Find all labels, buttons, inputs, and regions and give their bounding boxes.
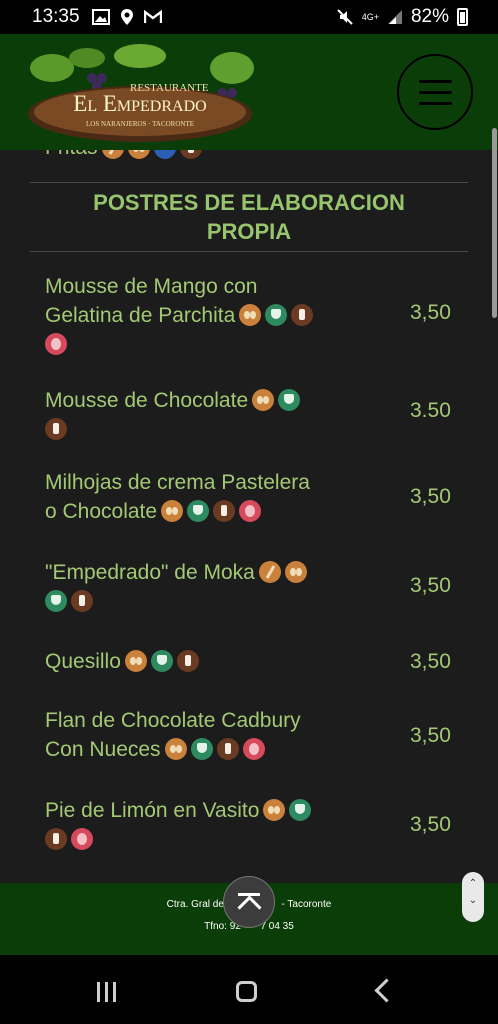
menu-item: Mousse de Chocolate — [45, 386, 345, 444]
milk-icon — [216, 738, 239, 760]
logo-subtitle: LOS NARANJEROS · TACORONTE — [85, 120, 194, 128]
item-name: Mousse de Mango con — [45, 275, 258, 298]
milk-icon — [45, 418, 67, 440]
menu-item: Mousse de Mango con Gelatina de Parchita — [45, 272, 345, 359]
milk-icon — [45, 828, 67, 850]
menu-item: Flan de Chocolate Cadbury Con Nueces — [45, 706, 345, 764]
egg-icon — [252, 389, 275, 411]
recent-apps-button[interactable] — [97, 982, 117, 1002]
item-name: "Empedrado" de Moka — [45, 561, 255, 584]
status-time: 13:35 — [32, 6, 80, 27]
item-price: 3,50 — [410, 813, 451, 836]
chevron-up-icon: ⌃ — [468, 878, 478, 889]
milk-icon — [176, 650, 199, 672]
recent-apps-icon — [105, 982, 108, 1002]
item-price: 3,50 — [410, 650, 451, 673]
milk-icon — [213, 500, 236, 522]
nuts-icon — [45, 333, 67, 355]
milk-icon — [179, 150, 202, 159]
item-name: Pie de Limón en Vasito — [45, 799, 260, 822]
dairy-icon — [265, 304, 288, 326]
logo-name: El Empedrado — [73, 91, 207, 116]
dairy-icon — [45, 590, 67, 612]
egg-icon — [284, 561, 307, 583]
menu-line — [419, 91, 452, 94]
section-title: POSTRES DE ELABORACION PROPIA — [30, 188, 468, 246]
item-name: o Chocolate — [45, 500, 158, 523]
item-price: 3,50 — [410, 485, 451, 508]
menu-item: "Empedrado" de Moka — [45, 558, 345, 616]
dairy-icon — [278, 389, 301, 411]
item-name: Milhojas de crema Pastelera — [45, 471, 310, 494]
previous-item-label: Fritas — [45, 150, 98, 160]
egg-icon — [263, 799, 286, 821]
item-name: Quesillo — [45, 650, 121, 673]
location-icon — [121, 9, 133, 25]
mute-icon — [336, 9, 353, 25]
notification-icons — [92, 8, 162, 26]
egg-icon — [161, 500, 184, 522]
gmail-icon — [144, 10, 162, 23]
section-title-line: POSTRES DE ELABORACION — [93, 190, 405, 215]
system-nav-bar — [0, 955, 498, 1024]
site-header: Restaurante El Empedrado LOS NARANJEROS … — [0, 34, 498, 150]
item-name: Con Nueces — [45, 738, 161, 761]
dairy-icon — [150, 650, 173, 672]
hamburger-menu-button[interactable] — [397, 54, 473, 130]
address-text: Ctra. Gral de — [166, 899, 224, 910]
fish-icon — [153, 150, 176, 159]
restaurant-logo[interactable]: Restaurante El Empedrado LOS NARANJEROS … — [22, 38, 262, 148]
back-button[interactable] — [374, 978, 399, 1003]
item-price: 3,50 — [410, 724, 451, 747]
item-price: 3,50 — [410, 301, 451, 324]
status-right: 4G+ 82% — [336, 0, 468, 34]
divider — [30, 182, 468, 183]
item-name: Gelatina de Parchita — [45, 304, 236, 327]
egg-icon — [124, 650, 147, 672]
chevron-down-icon: ⌄ — [468, 895, 478, 906]
recent-apps-icon — [113, 982, 116, 1002]
scroll-indicator[interactable]: ⌃ ⌄ — [462, 872, 484, 922]
menu-item: Quesillo — [45, 647, 345, 676]
milk-icon — [71, 590, 93, 612]
item-name: Mousse de Chocolate — [45, 389, 249, 412]
page-scrollbar[interactable] — [492, 128, 497, 318]
item-price: 3,50 — [410, 574, 451, 597]
menu-item: Milhojas de crema Pastelera o Chocolate — [45, 468, 345, 526]
recent-apps-icon — [97, 982, 100, 1002]
dairy-icon — [187, 500, 210, 522]
signal-icon — [387, 10, 402, 24]
nuts-icon — [242, 738, 265, 760]
item-name: Flan de Chocolate Cadbury — [45, 709, 301, 732]
divider — [30, 251, 468, 252]
menu-item: Pie de Limón en Vasito — [45, 796, 345, 854]
status-bar: 13:35 4G+ 82% — [0, 0, 498, 34]
address-text: - Tacoronte — [281, 899, 332, 910]
gluten-icon — [258, 561, 281, 583]
phone-text: 7 04 35 — [260, 921, 294, 932]
image-icon — [92, 9, 110, 25]
nuts-icon — [239, 500, 262, 522]
dairy-icon — [190, 738, 213, 760]
dairy-icon — [289, 799, 312, 821]
milk-icon — [291, 304, 314, 326]
battery-percent: 82% — [410, 6, 449, 27]
gluten-icon — [101, 150, 124, 159]
battery-icon — [457, 8, 468, 26]
scroll-to-top-button[interactable] — [223, 876, 275, 928]
egg-icon — [239, 304, 262, 326]
menu-line — [419, 102, 452, 105]
menu-line — [419, 80, 452, 83]
egg-icon — [127, 150, 150, 159]
menu-content[interactable]: Fritas POSTRES DE ELABORACION PROPIA Mou… — [0, 150, 498, 883]
section-title-line: PROPIA — [206, 219, 292, 244]
home-button[interactable] — [236, 981, 257, 1002]
previous-menu-item: Fritas — [45, 150, 202, 160]
nuts-icon — [71, 828, 93, 850]
network-type: 4G+ — [361, 12, 379, 22]
item-price: 3.50 — [410, 399, 451, 422]
egg-icon — [164, 738, 187, 760]
